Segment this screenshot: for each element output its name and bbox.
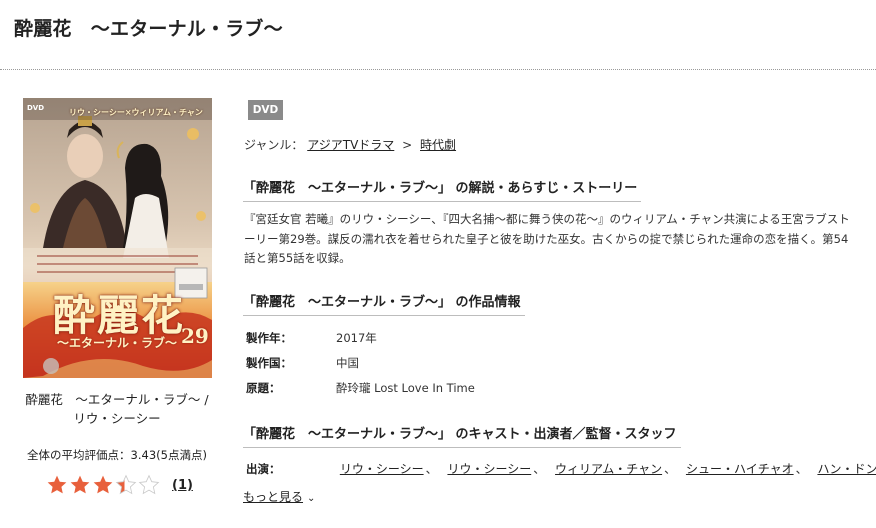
cast-separator: 、 [795,462,808,476]
info-row-country: 製作国： 中国 [246,355,359,371]
cover-caption-title: 酔麗花 〜エターナル・ラブ〜 / [25,392,209,407]
cover-dvd-badge: DVD [27,104,45,112]
info-label-year: 製作年： [246,331,292,345]
genre-separator: > [402,138,413,152]
info-value-country: 中国 [336,356,359,370]
info-label-country: 製作国： [246,356,292,370]
cast-link[interactable]: ハン・ドン [817,462,876,476]
cast-link[interactable]: リウ・シーシー [447,462,531,476]
star-rating [46,474,160,496]
review-count-link[interactable]: (1) [172,478,193,493]
genre-link-asian-tv-drama[interactable]: アジアTVドラマ [307,138,394,152]
genre-link-period-drama[interactable]: 時代劇 [420,138,456,152]
star-icon-3 [93,475,113,494]
chevron-down-icon: ⌄ [307,493,316,504]
info-row-year: 製作年： 2017年 [246,330,377,346]
info-label-original-title: 原題： [246,381,281,395]
cover-caption: 酔麗花 〜エターナル・ラブ〜 / リウ・シーシー [14,390,220,428]
cast-link[interactable]: ウィリアム・チャン [555,462,662,476]
cast-label: 出演： [246,462,281,476]
cast-separator: 、 [425,462,438,476]
cast-row: 出演： リウ・シーシー、 リウ・シーシー、 ウィリアム・チャン、 シュー・ハイチ… [246,460,876,477]
info-value-original-title: 酔玲瓏 Lost Love In Time [336,381,475,395]
star-icon-4 [115,474,137,495]
info-value-year: 2017年 [336,331,377,345]
genre-label: ジャンル： [244,138,304,152]
format-badge: DVD [248,100,283,120]
cast-heading: 「酔麗花 〜エターナル・ラブ〜」 のキャスト・出演者／監督・スタッフ [243,423,681,448]
cast-separator: 、 [533,462,546,476]
synopsis-text: 『宮廷女官 若曦』のリウ・シーシー、『四大名捕〜都に舞う侠の花〜』のウィリアム・… [244,212,850,265]
cast-separator: 、 [664,462,677,476]
page-title: 酔麗花 〜エターナル・ラブ〜 [14,18,283,40]
cast-link[interactable]: リウ・シーシー [340,462,424,476]
info-row-original-title: 原題： 酔玲瓏 Lost Love In Time [246,380,475,396]
title-divider [0,69,876,70]
star-icon-1 [47,475,67,494]
average-rating-text: 全体の平均評価点：3.43(5点満点) [27,448,207,462]
cast-link[interactable]: シュー・ハイチャオ [686,462,794,476]
synopsis-heading: 「酔麗花 〜エターナル・ラブ〜」 の解説・あらすじ・ストーリー [243,177,642,202]
cover-logo-subtitle: 〜エターナル・ラブ〜 [57,336,178,350]
star-icon-5 [138,474,160,495]
genre-breadcrumb: ジャンル： アジアTVドラマ > 時代劇 [244,136,456,153]
cover-image[interactable]: DVD リウ・シーシー×ウィリアム・チャン 酔麗花 〜エターナル・ラブ〜 29 [23,98,212,378]
info-heading: 「酔麗花 〜エターナル・ラブ〜」 の作品情報 [243,291,525,316]
cover-cast-names: リウ・シーシー×ウィリアム・チャン [69,107,203,117]
cover-volume-number: 29 [181,324,209,348]
show-more-label: もっと見る [243,490,304,504]
cover-caption-artist: リウ・シーシー [73,411,161,426]
show-more-link[interactable]: もっと見る ⌄ [243,488,315,505]
star-icon-2 [70,475,90,494]
